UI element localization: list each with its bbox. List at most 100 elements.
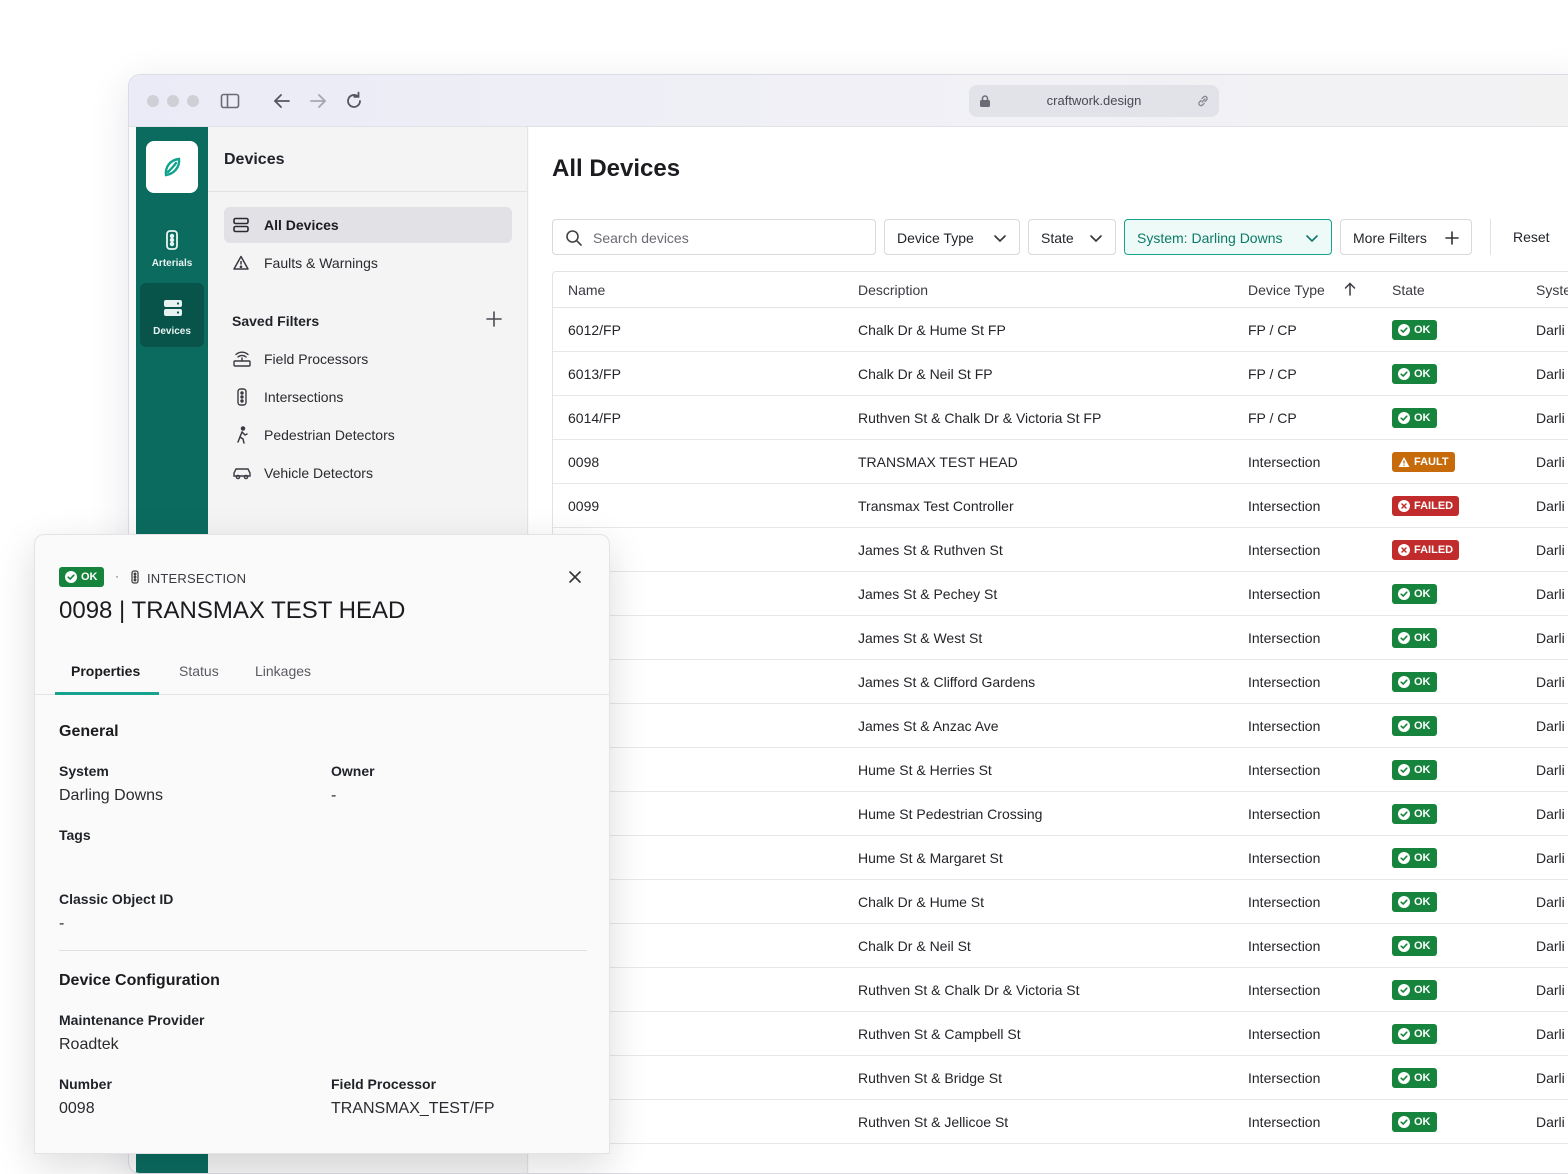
cell-description: Hume St & Herries St	[858, 762, 992, 778]
cell-name: 6014/FP	[568, 410, 621, 426]
device-configuration-title: Device Configuration	[59, 972, 220, 989]
tab-properties[interactable]: Properties	[71, 663, 140, 679]
panel-tabs: Properties Status Linkages	[35, 653, 609, 695]
classic-object-id-label: Classic Object ID	[59, 891, 174, 907]
sidebar-toggle-icon[interactable]	[219, 90, 241, 112]
rail-item-devices[interactable]: Devices	[140, 283, 204, 347]
cell-device-type: Intersection	[1248, 982, 1321, 998]
table-row[interactable]: 6013/FP Chalk Dr & Neil St FP FP / CP OK Dar…	[553, 352, 1568, 396]
window-zoom-dot[interactable]	[187, 95, 199, 107]
more-filters-button[interactable]: More Filters	[1340, 219, 1472, 255]
device-type-filter[interactable]: Device Type	[884, 219, 1020, 255]
sidebar-item-faults-warnings[interactable]: Faults & Warnings	[224, 245, 512, 281]
traffic-light-icon	[166, 230, 178, 250]
table-row[interactable]: James St & Ruthven St Intersection FAILED D…	[553, 528, 1568, 572]
table-row[interactable]: James St & Pechey St Intersection OK Darli	[553, 572, 1568, 616]
status-badge: OK	[1392, 584, 1437, 604]
close-icon[interactable]	[567, 569, 583, 585]
saved-filter-label: Intersections	[264, 389, 344, 405]
device-detail-panel: OK · INTERSECTION 0098 | TRANSMAX TEST H…	[34, 534, 610, 1154]
table-row[interactable]: Hume St & Herries St Intersection OK Darli	[553, 748, 1568, 792]
table-row[interactable]: Chalk Dr & Hume St Intersection OK Darli	[553, 880, 1568, 924]
status-badge-label: OK	[1414, 676, 1431, 688]
status-badge-label: OK	[1414, 896, 1431, 908]
system-label: System	[59, 763, 109, 779]
table-row[interactable]: Ruthven St & Chalk Dr & Victoria St Inter…	[553, 968, 1568, 1012]
sidebar-item-all-devices[interactable]: All Devices	[224, 207, 512, 243]
reset-button[interactable]: Reset	[1513, 229, 1550, 245]
column-header-description[interactable]: Description	[858, 282, 928, 298]
cell-device-type: Intersection	[1248, 938, 1321, 954]
back-arrow-icon[interactable]	[271, 90, 293, 112]
table-row[interactable]: Hume St & Margaret St Intersection OK Darli	[553, 836, 1568, 880]
address-bar[interactable]: craftwork.design	[969, 85, 1219, 117]
search-input[interactable]: Search devices	[552, 219, 876, 255]
number-value: 0098	[59, 1100, 95, 1117]
devices-table: Name Description Device Type State Syste…	[552, 271, 1568, 1144]
cell-device-type: FP / CP	[1248, 410, 1297, 426]
status-badge: OK	[1392, 892, 1437, 912]
rail-item-arterials[interactable]: Arterials	[140, 215, 204, 279]
saved-filters-heading: Saved Filters	[232, 313, 320, 329]
status-badge: OK	[1392, 804, 1437, 824]
table-row[interactable]: James St & West St Intersection OK Darli	[553, 616, 1568, 660]
table-row[interactable]: Ruthven St & Campbell St Intersection OK Da…	[553, 1012, 1568, 1056]
cell-name: 0099	[568, 498, 600, 514]
table-row[interactable]: Ruthven St & Jellicoe St Intersection OK Da…	[553, 1100, 1568, 1144]
cell-system: Darli	[1536, 894, 1565, 910]
cell-description: James St & Pechey St	[858, 586, 998, 602]
cell-system: Darli	[1536, 322, 1565, 338]
rail-label-arterials: Arterials	[151, 258, 193, 269]
sort-ascending-icon[interactable]	[1343, 282, 1357, 296]
status-badge: FAULT	[1392, 452, 1455, 472]
system-filter[interactable]: System: Darling Downs	[1124, 219, 1332, 255]
cell-system: Darli	[1536, 1114, 1565, 1130]
cell-system: Darli	[1536, 674, 1565, 690]
toolbar-divider	[1490, 219, 1491, 255]
table-row[interactable]: James St & Clifford Gardens Intersection O…	[553, 660, 1568, 704]
status-badge: OK	[1392, 672, 1437, 692]
column-header-system[interactable]: Syste	[1536, 282, 1568, 298]
table-row[interactable]: James St & Anzac Ave Intersection OK Darli	[553, 704, 1568, 748]
column-header-device-type[interactable]: Device Type	[1248, 282, 1325, 298]
section-divider	[59, 950, 587, 951]
table-row[interactable]: Hume St Pedestrian Crossing Intersection O…	[553, 792, 1568, 836]
x-circle-icon	[1398, 500, 1410, 512]
cell-system: Darli	[1536, 806, 1565, 822]
check-circle-icon	[65, 571, 77, 583]
tab-linkages[interactable]: Linkages	[255, 663, 311, 679]
field-processor-label: Field Processor	[331, 1076, 437, 1092]
cell-system: Darli	[1536, 850, 1565, 866]
table-row[interactable]: 6012/FP Chalk Dr & Hume St FP FP / CP OK Dar…	[553, 308, 1568, 352]
cell-description: James St & Clifford Gardens	[858, 674, 1036, 690]
column-header-state[interactable]: State	[1392, 282, 1425, 298]
rail-label-devices: Devices	[153, 326, 191, 337]
window-close-dot[interactable]	[147, 95, 159, 107]
cell-system: Darli	[1536, 1070, 1565, 1086]
table-row[interactable]: Ruthven St & Bridge St Intersection OK Darl…	[553, 1056, 1568, 1100]
cell-system: Darli	[1536, 586, 1565, 602]
tab-status[interactable]: Status	[179, 663, 219, 679]
state-filter[interactable]: State	[1028, 219, 1116, 255]
table-row[interactable]: Chalk Dr & Neil St Intersection OK Darli	[553, 924, 1568, 968]
status-badge-label: OK	[1414, 852, 1431, 864]
reload-icon[interactable]	[343, 90, 365, 112]
tags-label: Tags	[59, 827, 91, 843]
cell-system: Darli	[1536, 498, 1565, 514]
status-badge-label: OK	[1414, 324, 1431, 336]
table-row[interactable]: 6014/FP Ruthven St & Chalk Dr & Victoria …	[553, 396, 1568, 440]
app-logo[interactable]	[146, 141, 198, 193]
status-badge-label: FAULT	[1414, 456, 1449, 468]
table-row[interactable]: 0098 TRANSMAX TEST HEAD Intersection FAULT D…	[553, 440, 1568, 484]
saved-filter-label: Field Processors	[264, 351, 369, 367]
add-filter-plus-icon[interactable]	[484, 309, 504, 329]
link-icon[interactable]	[1195, 93, 1211, 109]
browser-titlebar: craftwork.design	[129, 75, 1568, 127]
window-minimize-dot[interactable]	[167, 95, 179, 107]
cell-system: Darli	[1536, 542, 1565, 558]
forward-arrow-icon[interactable]	[307, 90, 329, 112]
cell-system: Darli	[1536, 410, 1565, 426]
column-header-name[interactable]: Name	[568, 282, 605, 298]
table-row[interactable]: 0099 Transmax Test Controller Intersection…	[553, 484, 1568, 528]
check-circle-icon	[1398, 984, 1410, 996]
